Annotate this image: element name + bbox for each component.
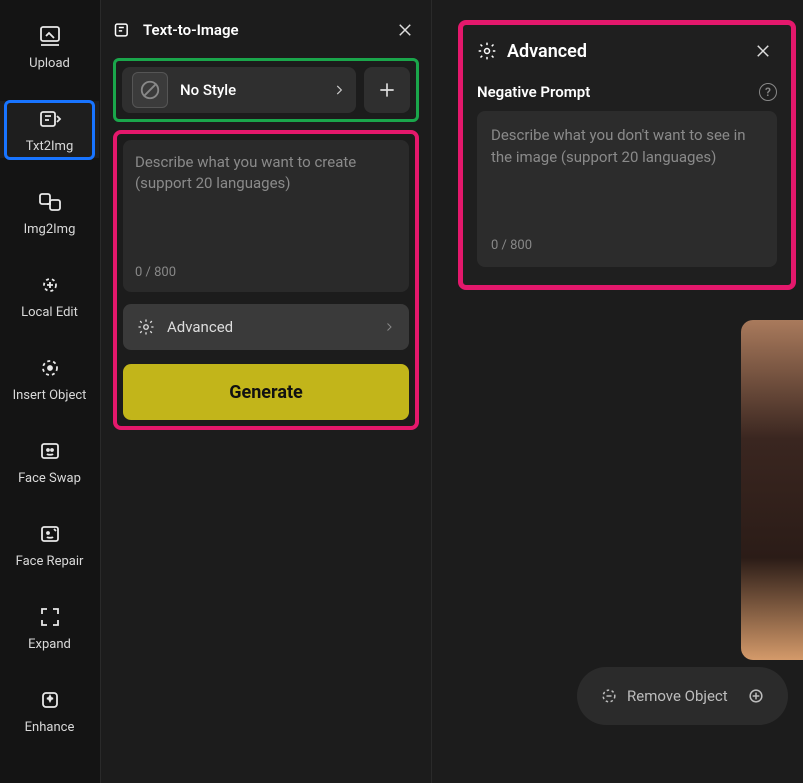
no-style-icon xyxy=(132,72,168,108)
highlight-box-style: No Style xyxy=(113,58,419,122)
sidebar-item-label: Face Repair xyxy=(16,554,84,569)
upload-icon xyxy=(36,22,64,50)
sidebar-item-label: Img2Img xyxy=(24,222,76,237)
generate-label: Generate xyxy=(229,382,303,403)
canvas-area: Advanced Negative Prompt ? Describe what… xyxy=(432,0,803,783)
close-advanced-button[interactable] xyxy=(749,37,777,65)
sidebar-item-face-swap[interactable]: Face Swap xyxy=(0,433,99,490)
local-edit-icon xyxy=(36,271,64,299)
sidebar-item-label: Txt2Img xyxy=(26,139,74,154)
sidebar-item-expand[interactable]: Expand xyxy=(0,599,99,656)
sidebar-item-txt2img[interactable]: Txt2Img xyxy=(0,101,99,158)
negative-prompt-label: Negative Prompt xyxy=(477,83,590,101)
panel-title: Text-to-Image xyxy=(143,21,239,39)
prompt-placeholder: Describe what you want to create (suppor… xyxy=(135,152,397,265)
remove-object-icon xyxy=(599,686,619,706)
negative-prompt-counter: 0 / 800 xyxy=(491,238,763,253)
negative-prompt-placeholder: Describe what you don't want to see in t… xyxy=(491,125,763,238)
prompt-counter: 0 / 800 xyxy=(135,265,397,280)
sidebar-item-label: Insert Object xyxy=(13,388,87,403)
close-panel-button[interactable] xyxy=(391,16,419,44)
advanced-panel: Advanced Negative Prompt ? Describe what… xyxy=(458,20,796,290)
image-to-image-icon xyxy=(36,188,64,216)
expand-icon xyxy=(36,603,64,631)
next-tool[interactable] xyxy=(746,686,766,706)
sidebar: Upload Txt2Img Img2Img Local Edit Insert… xyxy=(0,0,99,783)
add-style-button[interactable] xyxy=(364,67,410,113)
prompt-input[interactable]: Describe what you want to create (suppor… xyxy=(123,140,409,292)
sidebar-item-label: Enhance xyxy=(25,720,75,735)
chevron-right-icon xyxy=(383,321,395,333)
chevron-right-icon xyxy=(332,83,346,97)
style-selector[interactable]: No Style xyxy=(122,67,356,113)
sidebar-item-enhance[interactable]: Enhance xyxy=(0,682,99,739)
sidebar-item-insert-object[interactable]: Insert Object xyxy=(0,350,99,407)
sidebar-item-label: Expand xyxy=(28,637,71,652)
remove-object-tool[interactable]: Remove Object xyxy=(599,686,728,706)
panel-header-icon xyxy=(113,20,133,40)
highlight-box-prompt: Describe what you want to create (suppor… xyxy=(113,130,419,430)
advanced-label: Advanced xyxy=(167,318,233,336)
gear-icon xyxy=(137,318,155,336)
style-label: No Style xyxy=(180,81,236,99)
advanced-panel-header: Advanced xyxy=(477,37,777,65)
sparkle-icon xyxy=(746,686,766,706)
negative-prompt-input[interactable]: Describe what you don't want to see in t… xyxy=(477,111,777,267)
panel-header: Text-to-Image xyxy=(113,12,419,48)
preview-image xyxy=(741,320,803,660)
enhance-icon xyxy=(36,686,64,714)
sidebar-item-label: Local Edit xyxy=(21,305,78,320)
sidebar-item-local-edit[interactable]: Local Edit xyxy=(0,267,99,324)
sidebar-item-label: Upload xyxy=(29,56,70,71)
help-icon[interactable]: ? xyxy=(759,83,777,101)
text-to-image-panel: Text-to-Image No Style Describe what you… xyxy=(100,0,432,783)
negative-prompt-label-row: Negative Prompt ? xyxy=(477,83,777,101)
sidebar-item-upload[interactable]: Upload xyxy=(0,18,99,75)
face-swap-icon xyxy=(36,437,64,465)
text-to-image-icon xyxy=(36,105,64,133)
insert-object-icon xyxy=(36,354,64,382)
bottom-toolbar: Remove Object xyxy=(577,667,788,725)
remove-object-label: Remove Object xyxy=(627,687,728,705)
sidebar-item-label: Face Swap xyxy=(18,471,81,486)
generate-button[interactable]: Generate xyxy=(123,364,409,420)
sidebar-item-img2img[interactable]: Img2Img xyxy=(0,184,99,241)
face-repair-icon xyxy=(36,520,64,548)
advanced-toggle[interactable]: Advanced xyxy=(123,304,409,350)
sidebar-item-face-repair[interactable]: Face Repair xyxy=(0,516,99,573)
advanced-panel-title: Advanced xyxy=(507,41,587,62)
gear-icon xyxy=(477,41,497,61)
